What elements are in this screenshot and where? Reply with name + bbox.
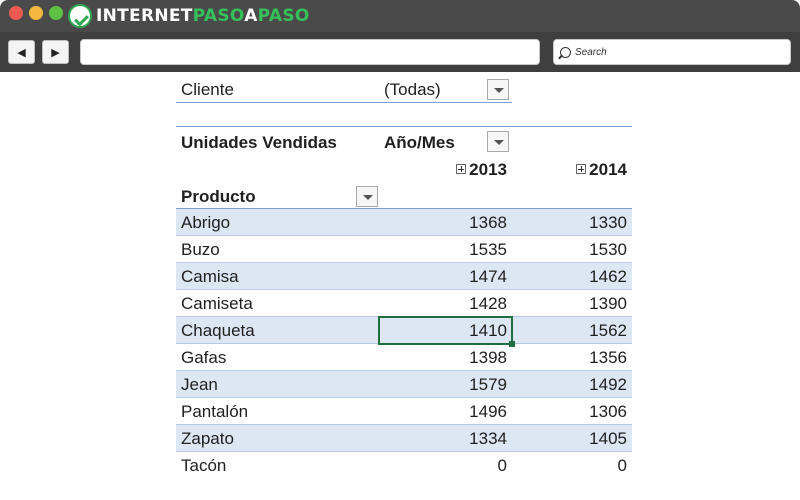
column-header-2014[interactable]: 2014	[571, 156, 627, 183]
value-cell-2013[interactable]: 1474	[382, 263, 507, 290]
value-cell-2014[interactable]: 1492	[512, 371, 627, 398]
product-name-cell[interactable]: Camiseta	[181, 290, 253, 317]
table-row: Zapato 1334 1405	[176, 425, 632, 452]
address-bar[interactable]	[80, 39, 540, 65]
values-label: Unidades Vendidas	[181, 133, 337, 152]
value-cell-2013[interactable]: 0	[382, 452, 507, 479]
table-row: Abrigo 1368 1330	[176, 209, 632, 236]
browser-toolbar: ◀ ▶ Search	[0, 32, 800, 72]
value-cell-2014[interactable]: 1330	[512, 209, 627, 236]
value-cell-2014[interactable]: 1530	[512, 236, 627, 263]
rows-label: Producto	[181, 187, 256, 206]
product-name-cell[interactable]: Jean	[181, 371, 218, 398]
product-name-cell[interactable]: Tacón	[181, 452, 226, 479]
rows-dropdown-button[interactable]	[356, 186, 378, 207]
table-row: Camiseta 1428 1390	[176, 290, 632, 317]
product-name-cell[interactable]: Gafas	[181, 344, 226, 371]
table-row: Camisa 1474 1462	[176, 263, 632, 290]
value-cell-2014[interactable]: 1562	[512, 317, 627, 344]
table-row: Chaqueta 1410 1562	[176, 316, 632, 347]
column-header-2013[interactable]: 2013	[452, 156, 507, 183]
product-name-cell[interactable]: Buzo	[181, 236, 220, 263]
value-cell-2014[interactable]: 1462	[512, 263, 627, 290]
value-cell-2014[interactable]: 1356	[512, 344, 627, 371]
value-cell-2013[interactable]: 1334	[382, 425, 507, 452]
minimize-window-button[interactable]	[29, 6, 43, 20]
columns-label: Año/Mes	[384, 133, 455, 152]
value-cell-2013[interactable]: 1428	[382, 290, 507, 317]
value-cell-2013[interactable]: 1398	[382, 344, 507, 371]
forward-button[interactable]: ▶	[42, 40, 69, 64]
maximize-window-button[interactable]	[49, 6, 63, 20]
filter-dropdown-button[interactable]	[487, 79, 509, 100]
expand-icon[interactable]	[456, 164, 467, 174]
filter-label: Cliente	[181, 80, 234, 99]
product-name-cell[interactable]: Abrigo	[181, 209, 230, 236]
table-row: Jean 1579 1492	[176, 371, 632, 398]
table-row: Gafas 1398 1356	[176, 344, 632, 371]
forward-arrow-icon: ▶	[51, 45, 60, 59]
title-bar: INTERNETPASOAPASO	[0, 0, 800, 32]
pivot-table: Cliente (Todas) Unidades Vendidas Año/Me…	[176, 72, 632, 500]
value-cell-2014[interactable]: 1306	[512, 398, 627, 425]
product-name-cell[interactable]: Chaqueta	[181, 317, 255, 344]
filter-row: Cliente (Todas)	[176, 76, 512, 103]
header-divider	[176, 126, 632, 127]
table-row: Tacón 0 0	[176, 452, 632, 479]
expand-icon[interactable]	[576, 164, 587, 174]
table-row: Pantalón 1496 1306	[176, 398, 632, 425]
back-arrow-icon: ◀	[17, 45, 26, 59]
value-cell-2013[interactable]: 1579	[382, 371, 507, 398]
back-button[interactable]: ◀	[8, 40, 35, 64]
search-icon	[560, 46, 571, 58]
logo-text: INTERNETPASOAPASO	[96, 6, 310, 26]
logo-icon	[68, 4, 92, 28]
value-cell-2013[interactable]: 1535	[382, 236, 507, 263]
value-cell-2014[interactable]: 1390	[512, 290, 627, 317]
close-window-button[interactable]	[9, 6, 23, 20]
product-name-cell[interactable]: Camisa	[181, 263, 239, 290]
table-row: Buzo 1535 1530	[176, 236, 632, 263]
selected-cell[interactable]: 1410	[378, 316, 513, 345]
columns-dropdown-button[interactable]	[487, 131, 509, 152]
product-name-cell[interactable]: Zapato	[181, 425, 234, 452]
value-cell-2014[interactable]: 0	[512, 452, 627, 479]
value-cell-2013[interactable]: 1368	[382, 209, 507, 236]
site-logo: INTERNETPASOAPASO	[68, 3, 310, 29]
value-cell-2014[interactable]: 1405	[512, 425, 627, 452]
product-name-cell[interactable]: Pantalón	[181, 398, 248, 425]
search-input[interactable]: Search	[553, 39, 791, 65]
value-cell-2013[interactable]: 1496	[382, 398, 507, 425]
filter-value[interactable]: (Todas)	[384, 76, 441, 103]
search-placeholder: Search	[575, 46, 607, 58]
